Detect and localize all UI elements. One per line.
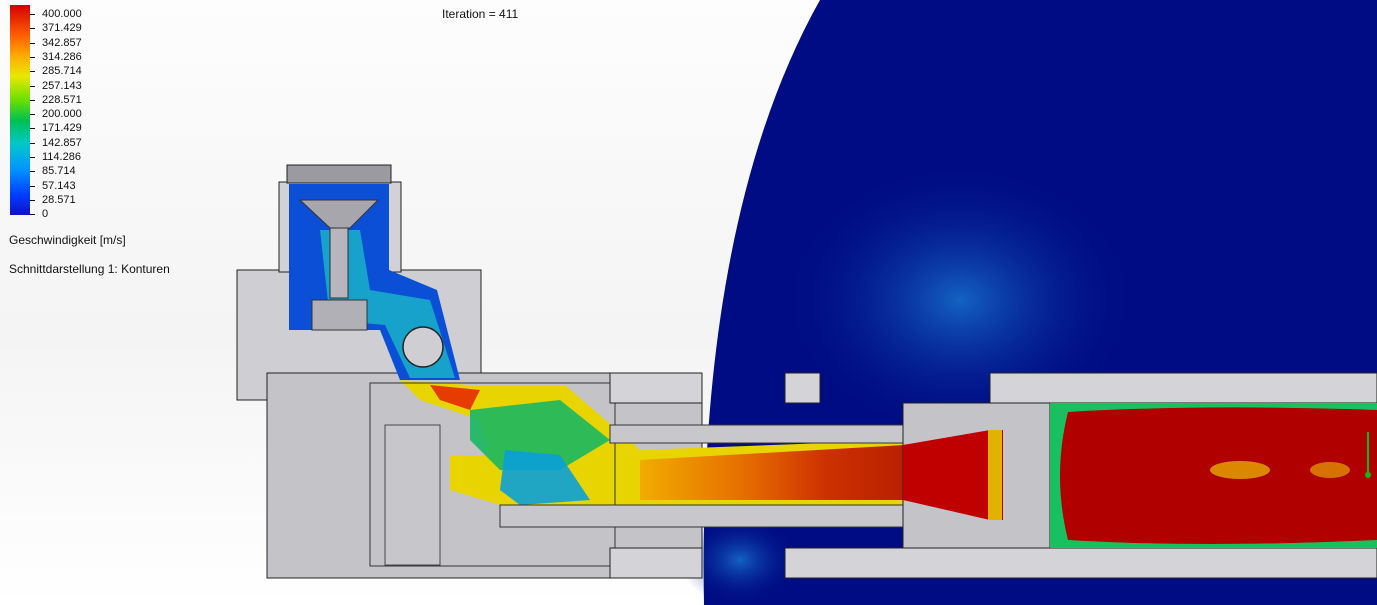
- legend-tick-label: 285.714: [42, 65, 82, 78]
- legend-tick-label: 0: [42, 208, 49, 221]
- legend-tick-label: 371.429: [42, 22, 82, 35]
- legend-tick-mark: [30, 128, 35, 130]
- legend-tick-mark: [30, 14, 35, 15]
- legend-tick-label: 28.571: [42, 193, 76, 206]
- inlet-seat: [311, 299, 368, 331]
- iteration-counter: Iteration = 411: [442, 7, 519, 21]
- legend-tick-label: 85.714: [42, 165, 76, 178]
- legend-tick-label: 57.143: [42, 179, 76, 192]
- legend-tick-mark: [30, 99, 35, 101]
- small-block: [784, 372, 821, 404]
- legend-quantity-label: Geschwindigkeit [m/s]: [9, 233, 126, 247]
- insert-tube-bottom: [499, 504, 906, 528]
- legend-tick-label: 200.000: [42, 108, 82, 121]
- inlet-stem: [329, 227, 349, 299]
- diffuser-ring: [988, 430, 1002, 520]
- insert-tube-top: [609, 424, 906, 444]
- jet-hotspot-2: [1310, 462, 1350, 478]
- legend-tick-mark: [30, 214, 35, 216]
- pipe-upper-left: [609, 372, 703, 404]
- legend-tick-mark: [30, 114, 35, 116]
- cfd-contour-view: [236, 0, 1377, 605]
- simulation-viewport[interactable]: 400.000 371.429 342.857 314.286 285.714 257.1…: [0, 0, 1377, 605]
- legend-tick-mark: [30, 185, 35, 187]
- legend-tick-mark: [30, 199, 35, 201]
- legend-tick-label: 342.857: [42, 36, 82, 49]
- legend-tick-mark: [30, 85, 35, 87]
- jet-hotspot: [1210, 461, 1270, 479]
- legend-tick-mark: [30, 142, 35, 144]
- legend-tick-label: 228.571: [42, 93, 82, 106]
- legend-tick-mark: [30, 42, 35, 44]
- pipe-lower-left: [609, 547, 703, 579]
- section-label: Schnittdarstellung 1: Konturen: [9, 262, 170, 276]
- ball-valve: [402, 326, 444, 368]
- axis-origin: [1365, 472, 1371, 478]
- pipe-lower-right: [784, 547, 1377, 579]
- legend-tick-mark: [30, 157, 35, 158]
- legend-tick-mark: [30, 56, 35, 58]
- insert-piston: [384, 424, 441, 566]
- legend-tick-mark: [30, 171, 35, 173]
- legend-tick-label: 257.143: [42, 79, 82, 92]
- legend-tick-label: 171.429: [42, 122, 82, 135]
- legend-tick-label: 114.286: [42, 151, 81, 163]
- legend-tick-mark: [30, 28, 35, 30]
- pipe-upper-right: [989, 372, 1377, 404]
- nozzle-top: [286, 164, 392, 184]
- legend-tick-label: 400.000: [42, 8, 82, 20]
- legend-color-bar: [10, 5, 30, 215]
- legend-tick-mark: [30, 71, 35, 73]
- legend-tick-label: 142.857: [42, 136, 82, 149]
- legend-tick-label: 314.286: [42, 50, 82, 63]
